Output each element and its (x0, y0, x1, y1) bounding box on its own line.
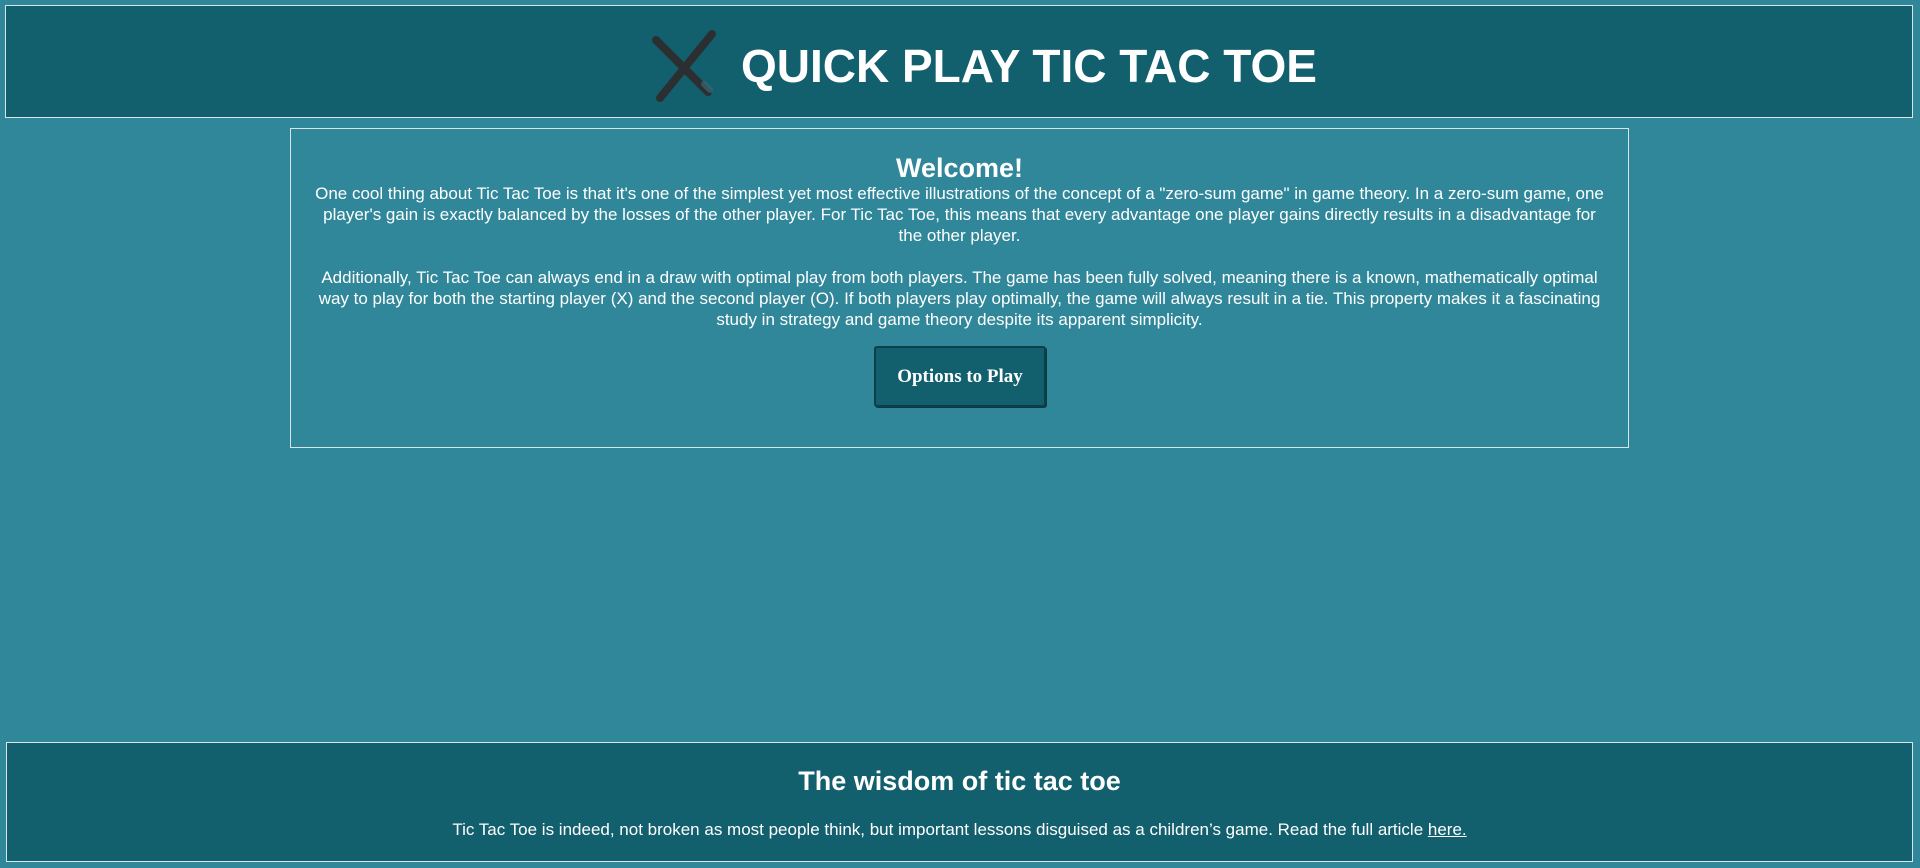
site-header: QUICK PLAY TIC TAC TOE (5, 5, 1913, 118)
article-link[interactable]: here. (1428, 820, 1467, 839)
footer-message: Tic Tac Toe is indeed, not broken as mos… (452, 820, 1428, 839)
welcome-paragraph-1: One cool thing about Tic Tac Toe is that… (315, 184, 1604, 245)
site-title: QUICK PLAY TIC TAC TOE (741, 40, 1317, 92)
footer-text: Tic Tac Toe is indeed, not broken as mos… (7, 819, 1912, 840)
welcome-panel: Welcome! One cool thing about Tic Tac To… (290, 128, 1629, 448)
site-footer: The wisdom of tic tac toe Tic Tac Toe is… (6, 742, 1913, 862)
x-mark-icon (652, 30, 716, 102)
welcome-paragraph-2: Additionally, Tic Tac Toe can always end… (318, 268, 1601, 329)
footer-title: The wisdom of tic tac toe (798, 766, 1121, 796)
welcome-title: Welcome! (895, 153, 1024, 183)
options-to-play-button[interactable]: Options to Play (874, 346, 1046, 407)
